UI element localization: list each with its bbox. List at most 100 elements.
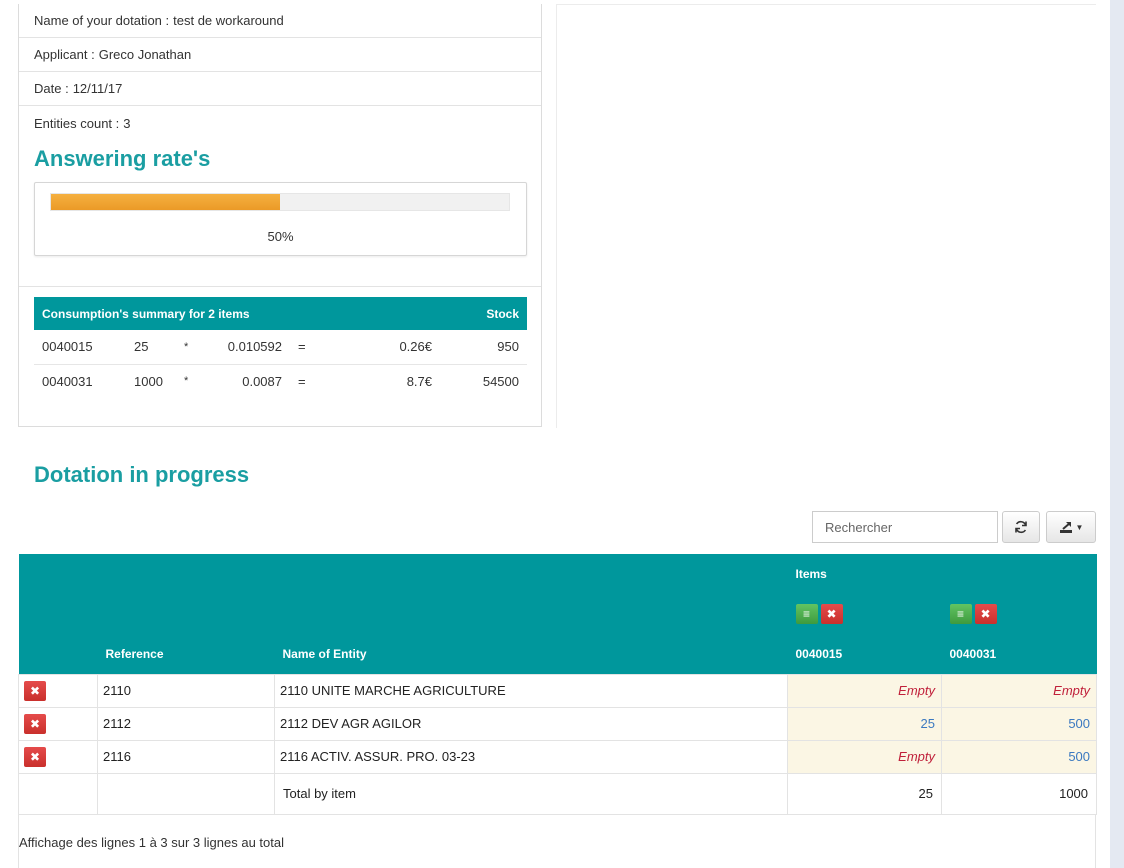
progress-track [50,193,510,211]
header-spacer [18,594,98,634]
reference-cell: 2116 [97,739,275,774]
refresh-button[interactable] [1002,511,1040,543]
consumption-summary-table: Consumption's summary for 2 items Stock … [34,297,527,398]
close-icon: ✖ [826,607,837,621]
close-icon: ✖ [29,716,41,731]
clear-column-button[interactable]: ✖ [820,604,843,624]
table-row: ✖ 2112 2112 DEV AGR AGILOR 25 500 [18,706,1098,741]
header-spacer [18,554,98,594]
row-actions: ✖ [18,706,98,741]
header-reference[interactable]: Reference [97,634,275,674]
item1-cell[interactable]: 25 [787,706,942,741]
summary-total: 8.7€ [406,373,432,389]
total-item1: 25 [787,772,942,815]
row-actions: ✖ [18,673,98,708]
reference-cell: 2112 [97,706,275,741]
dotation-info-panel: Name of your dotation : test de workarou… [18,4,542,427]
entities-count-value: 3 [123,115,131,131]
delete-row-button[interactable]: ✖ [24,713,46,734]
header-spacer [97,594,275,634]
fill-column-button[interactable]: ≡ [795,604,818,624]
entity-cell: 2116 ACTIV. ASSUR. PRO. 03-23 [274,739,788,774]
list-icon: ≡ [802,607,810,621]
chevron-down-icon: ▼ [1075,522,1084,532]
table-row: ✖ 2110 2110 UNITE MARCHE AGRICULTURE Emp… [18,673,1098,708]
delete-row-button[interactable]: ✖ [24,746,46,767]
dotation-table: Items ≡ ✖ ≡ ✖ Reference Name of Entity 004… [18,554,1098,815]
entities-count-row: Entities count : 3 [19,106,541,140]
summary-qty: 25 [126,330,176,365]
total-item2: 1000 [940,772,1098,815]
item1-cell[interactable]: Empty [787,673,942,708]
header-item2[interactable]: 0040031 [941,634,1097,674]
header-spacer [18,634,98,674]
reference-cell: 2110 [97,673,275,708]
close-icon: ✖ [980,607,991,621]
progress-fill [51,194,280,210]
item2-cell[interactable]: Empty [940,673,1098,708]
refresh-icon [1015,520,1027,534]
close-icon: ✖ [29,749,41,764]
summary-code: 0040015 [34,330,126,365]
row-actions: ✖ [18,739,98,774]
date-label: Date : [34,81,69,96]
summary-price: 0.010592 [208,330,290,365]
applicant-value: Greco Jonathan [98,47,192,62]
summary-equals: = [298,373,306,389]
summary-row: 0040015 25 * 0.010592 = 0.26€ 950 [34,330,527,365]
summary-stock: 950 [440,330,527,365]
total-spacer [97,772,275,815]
dotation-name-value: test de workaround [173,13,284,28]
item2-cell[interactable]: 500 [940,706,1098,741]
clear-column-button[interactable]: ✖ [974,604,997,624]
total-spacer [18,772,98,815]
item2-actions: ≡ ✖ [941,594,1097,634]
dotation-in-progress-title: Dotation in progress [34,462,250,487]
entity-cell: 2112 DEV AGR AGILOR [274,706,788,741]
summary-multiply: * [184,375,189,388]
answering-rate-progress: 50% [34,182,527,256]
dotation-name-row: Name of your dotation : test de workarou… [19,4,541,38]
header-spacer [274,554,788,594]
summary-price: 0.0087 [242,373,282,389]
summary-code: 0040031 [42,373,93,389]
summary-equals: = [290,330,320,365]
delete-row-button[interactable]: ✖ [24,680,46,701]
search-input[interactable] [812,511,998,543]
header-spacer [97,554,275,594]
table-row: ✖ 2116 2116 ACTIV. ASSUR. PRO. 03-23 Emp… [18,739,1098,774]
summary-header: Consumption's summary for 2 items [34,297,440,330]
progress-percent-text: 50% [267,229,294,244]
dotation-name-label: Name of your dotation : [34,13,170,28]
summary-stock: 54500 [482,373,519,389]
total-row: Total by item 25 1000 [18,772,1098,815]
answering-rate-title: Answering rate's [34,146,211,171]
close-icon: ✖ [29,683,41,698]
summary-multiply: * [176,330,208,365]
export-icon [1059,522,1072,533]
list-icon: ≡ [956,607,964,621]
item1-actions: ≡ ✖ [787,594,942,634]
header-entity[interactable]: Name of Entity [274,634,788,674]
date-row: Date : 12/11/17 [19,72,541,106]
total-label: Total by item [274,772,788,815]
entity-cell: 2110 UNITE MARCHE AGRICULTURE [274,673,788,708]
applicant-label: Applicant : [34,47,95,62]
applicant-row: Applicant : Greco Jonathan [19,38,541,72]
right-panel-top-border [556,4,1096,5]
summary-stock-header: Stock [440,297,527,330]
header-spacer [274,594,788,634]
header-items-group: Items [787,554,1097,594]
panel-divider [19,286,541,287]
export-button[interactable]: ▼ [1046,511,1096,543]
item1-cell[interactable]: Empty [787,739,942,774]
pagination-info: Affichage des lignes 1 à 3 sur 3 lignes … [19,835,284,850]
summary-qty: 1000 [134,373,163,389]
fill-column-button[interactable]: ≡ [949,604,972,624]
item2-cell[interactable]: 500 [940,739,1098,774]
right-panel-left-border [556,4,557,428]
summary-total: 0.26€ [320,330,440,365]
entities-count-label: Entities count : [34,115,120,131]
header-item1[interactable]: 0040015 [787,634,942,674]
right-scroll-rail [1110,0,1124,868]
